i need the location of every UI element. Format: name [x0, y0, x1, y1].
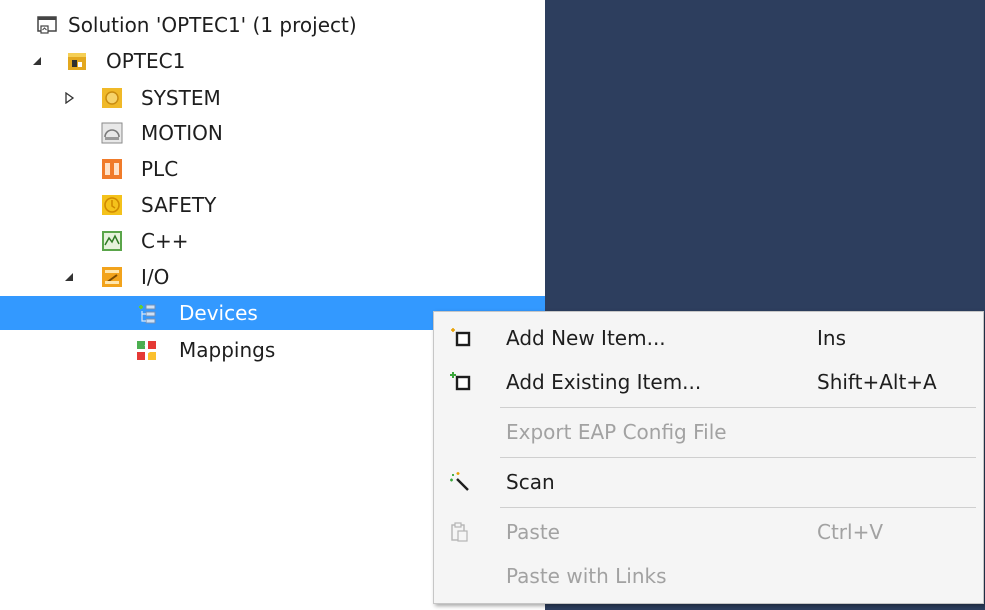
system-icon — [101, 87, 123, 109]
menu-item-add-existing-item[interactable]: Add Existing Item... Shift+Alt+A — [434, 360, 983, 404]
collapsed-arrow-icon[interactable] — [62, 91, 76, 105]
menu-separator — [500, 507, 976, 508]
menu-item-label: Paste — [506, 520, 560, 544]
menu-item-label: Export EAP Config File — [506, 420, 727, 444]
menu-item-shortcut: Ctrl+V — [817, 520, 884, 544]
menu-item-label: Add New Item... — [506, 326, 666, 350]
tree-item-io[interactable]: I/O — [0, 260, 545, 294]
menu-item-shortcut: Shift+Alt+A — [817, 370, 937, 394]
safety-icon — [101, 194, 123, 216]
tree-item-cpp[interactable]: C++ — [0, 224, 545, 258]
menu-item-export-eap-config-file[interactable]: Export EAP Config File — [434, 410, 983, 454]
paste-icon — [448, 520, 472, 544]
project-icon — [66, 50, 88, 72]
context-menu: Add New Item... Ins Add Existing Item...… — [433, 311, 984, 604]
menu-item-paste-with-links[interactable]: Paste with Links — [434, 554, 983, 598]
tree-item-system[interactable]: SYSTEM — [0, 81, 545, 115]
solution-icon — [36, 14, 58, 36]
expanded-arrow-icon[interactable] — [30, 54, 44, 68]
menu-item-scan[interactable]: Scan — [434, 460, 983, 504]
tree-item-motion[interactable]: MOTION — [0, 116, 545, 150]
tree-item-label: PLC — [141, 157, 179, 181]
tree-item-label: SYSTEM — [141, 86, 221, 110]
solution-label: Solution 'OPTEC1' (1 project) — [68, 13, 357, 37]
tree-row-solution[interactable]: Solution 'OPTEC1' (1 project) — [0, 8, 545, 42]
mappings-icon — [136, 339, 158, 361]
menu-item-label: Paste with Links — [506, 564, 667, 588]
plc-icon — [101, 158, 123, 180]
project-label: OPTEC1 — [106, 49, 186, 73]
menu-item-paste[interactable]: Paste Ctrl+V — [434, 510, 983, 554]
add-new-item-icon — [448, 326, 472, 350]
tree-item-safety[interactable]: SAFETY — [0, 188, 545, 222]
tree-item-label: I/O — [141, 265, 170, 289]
expanded-arrow-icon[interactable] — [62, 270, 76, 284]
cpp-icon — [101, 230, 123, 252]
menu-item-label: Scan — [506, 470, 555, 494]
tree-item-label: SAFETY — [141, 193, 217, 217]
devices-icon — [136, 302, 158, 324]
tree-row-project[interactable]: OPTEC1 — [0, 44, 545, 78]
menu-item-label: Add Existing Item... — [506, 370, 702, 394]
io-icon — [101, 266, 123, 288]
menu-separator — [500, 457, 976, 458]
scan-wand-icon — [448, 470, 472, 494]
tree-item-label: C++ — [141, 229, 189, 253]
tree-item-label: Mappings — [179, 338, 276, 362]
menu-separator — [500, 407, 976, 408]
menu-item-shortcut: Ins — [817, 326, 846, 350]
tree-item-label: MOTION — [141, 121, 223, 145]
menu-item-add-new-item[interactable]: Add New Item... Ins — [434, 316, 983, 360]
motion-icon — [101, 122, 123, 144]
add-existing-item-icon — [448, 370, 472, 394]
tree-item-plc[interactable]: PLC — [0, 152, 545, 186]
tree-item-label: Devices — [179, 301, 258, 325]
